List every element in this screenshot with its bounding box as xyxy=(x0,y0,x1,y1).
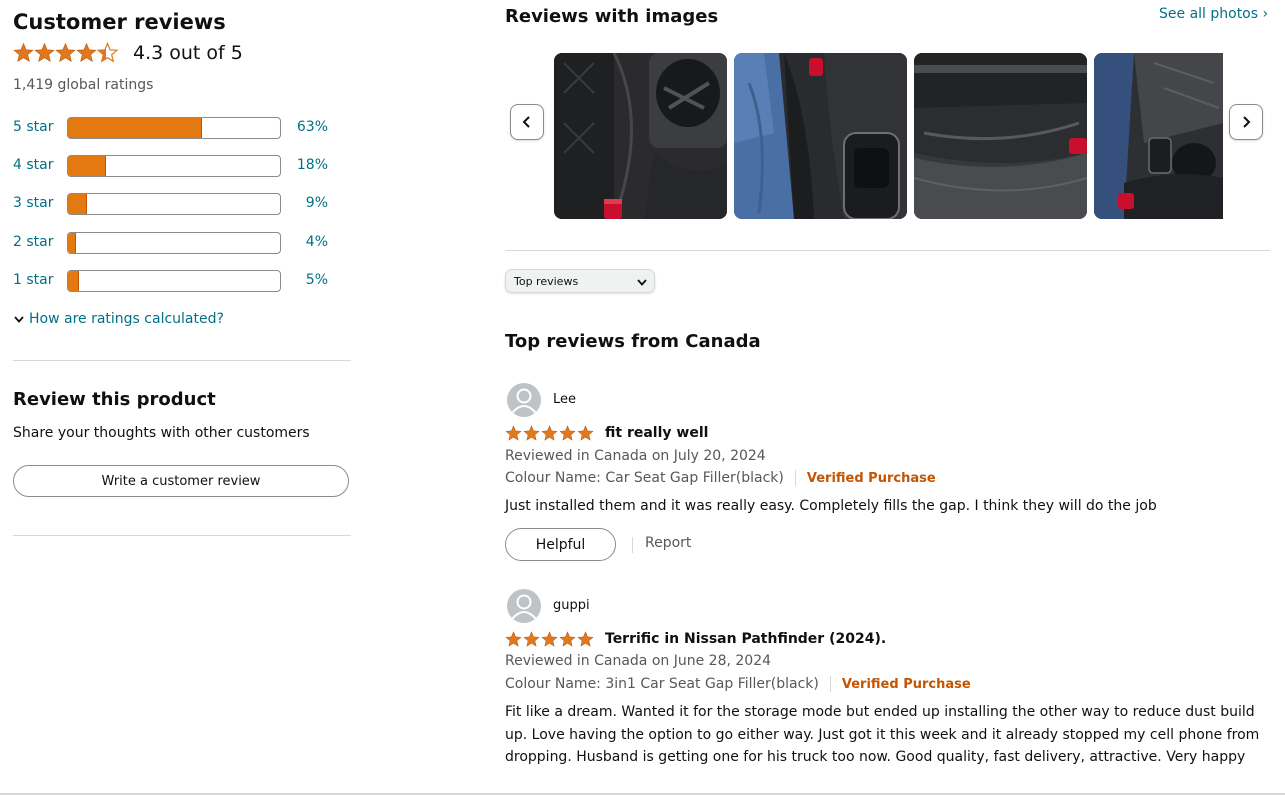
review-variant[interactable]: Colour Name: Car Seat Gap Filler(black) xyxy=(505,470,784,486)
reviews-with-images-heading: Reviews with images xyxy=(505,6,719,27)
divider xyxy=(13,535,351,536)
divider xyxy=(505,250,1270,251)
histogram-row-5-star[interactable]: 5 star 63% xyxy=(13,116,343,140)
histogram-bar[interactable] xyxy=(67,232,281,254)
how-ratings-calculated-label[interactable]: How are ratings calculated? xyxy=(29,311,224,327)
histogram-label[interactable]: 2 star xyxy=(13,234,53,250)
five-star-icon xyxy=(505,425,594,441)
review-title[interactable]: fit really well xyxy=(605,425,708,441)
histogram-row-4-star[interactable]: 4 star 18% xyxy=(13,154,343,178)
histogram-bar[interactable] xyxy=(67,193,281,215)
histogram-bar[interactable] xyxy=(67,270,281,292)
review-date: Reviewed in Canada on July 20, 2024 xyxy=(505,448,766,464)
histogram-label[interactable]: 4 star xyxy=(13,157,53,173)
separator xyxy=(794,470,796,486)
separator xyxy=(632,537,633,553)
overall-stars xyxy=(13,42,120,64)
histogram-percent[interactable]: 5% xyxy=(306,272,328,288)
histogram-percent[interactable]: 18% xyxy=(297,157,328,173)
histogram-bar-fill xyxy=(68,271,79,291)
histogram-percent[interactable]: 63% xyxy=(297,119,328,135)
star-rating-icon xyxy=(13,42,119,63)
how-ratings-calculated-link[interactable]: How are ratings calculated? xyxy=(13,311,224,327)
review-this-product-heading: Review this product xyxy=(13,389,216,410)
histogram-label[interactable]: 5 star xyxy=(13,119,53,135)
review-title[interactable]: Terrific in Nissan Pathfinder (2024). xyxy=(605,631,886,647)
verified-purchase-badge: Verified Purchase xyxy=(806,470,936,486)
review-image-thumbnail[interactable] xyxy=(734,53,907,219)
histogram-row-2-star[interactable]: 2 star 4% xyxy=(13,231,343,255)
histogram-label[interactable]: 3 star xyxy=(13,195,53,211)
global-ratings-count: 1,419 global ratings xyxy=(13,77,154,93)
carousel-prev-button[interactable] xyxy=(510,104,544,140)
review-image-thumbnail[interactable] xyxy=(554,53,727,219)
customer-reviews-heading: Customer reviews xyxy=(13,10,226,34)
write-review-button[interactable]: Write a customer review xyxy=(13,465,349,497)
console-gap-filler-photo xyxy=(1094,53,1223,219)
separator xyxy=(829,676,831,692)
histogram-bar-fill xyxy=(68,156,107,176)
histogram-bar[interactable] xyxy=(67,155,281,177)
carousel-next-button[interactable] xyxy=(1229,104,1263,140)
review-this-product-subtitle: Share your thoughts with other customers xyxy=(13,425,310,441)
report-link[interactable]: Report xyxy=(645,535,691,551)
review-variant[interactable]: Colour Name: 3in1 Car Seat Gap Filler(bl… xyxy=(505,676,819,692)
histogram-bar-fill xyxy=(68,118,202,138)
sort-selected-value: Top reviews xyxy=(514,274,579,288)
review-image-thumbnail[interactable] xyxy=(914,53,1087,219)
histogram-percent[interactable]: 9% xyxy=(306,195,328,211)
histogram-label[interactable]: 1 star xyxy=(13,272,53,288)
cup-holder-gap-filler-photo xyxy=(554,53,727,219)
see-all-photos-link[interactable]: See all photos › xyxy=(1159,6,1268,22)
overall-rating-text: 4.3 out of 5 xyxy=(133,42,243,64)
review-image-thumbnail[interactable] xyxy=(1094,53,1223,219)
review-date: Reviewed in Canada on June 28, 2024 xyxy=(505,653,772,669)
reviewer-name[interactable]: Lee xyxy=(553,392,576,407)
verified-purchase-badge: Verified Purchase xyxy=(841,676,971,692)
histogram-percent[interactable]: 4% xyxy=(306,234,328,250)
review-star-rating[interactable] xyxy=(505,425,595,442)
sort-reviews-dropdown[interactable]: Top reviews xyxy=(505,269,655,293)
overall-rating[interactable]: 4.3 out of 5 xyxy=(13,40,243,66)
review-variant-row: Colour Name: 3in1 Car Seat Gap Filler(bl… xyxy=(505,676,971,692)
histogram-bar[interactable] xyxy=(67,117,281,139)
chevron-right-icon xyxy=(1243,116,1251,128)
avatar-icon xyxy=(507,383,541,417)
five-star-icon xyxy=(505,631,594,647)
avatar-icon xyxy=(507,589,541,623)
divider xyxy=(13,360,351,361)
review-star-rating[interactable] xyxy=(505,631,595,648)
histogram-bar-fill xyxy=(68,233,77,253)
seat-gap-filler-leg-photo xyxy=(734,53,907,219)
chevron-down-icon xyxy=(13,313,25,325)
reviewer-name[interactable]: guppi xyxy=(553,598,590,613)
histogram-bar-fill xyxy=(68,194,88,214)
helpful-button[interactable]: Helpful xyxy=(505,528,616,561)
seat-side-gap-filler-photo xyxy=(914,53,1087,219)
review-body: Just installed them and it was really ea… xyxy=(505,498,1157,514)
chevron-left-icon xyxy=(522,116,530,128)
chevron-down-icon xyxy=(636,276,648,291)
histogram-row-3-star[interactable]: 3 star 9% xyxy=(13,192,343,216)
review-variant-row: Colour Name: Car Seat Gap Filler(black) … xyxy=(505,470,936,486)
histogram-row-1-star[interactable]: 1 star 5% xyxy=(13,269,343,293)
top-reviews-heading: Top reviews from Canada xyxy=(505,331,761,352)
review-body: Fit like a dream. Wanted it for the stor… xyxy=(505,704,1260,765)
